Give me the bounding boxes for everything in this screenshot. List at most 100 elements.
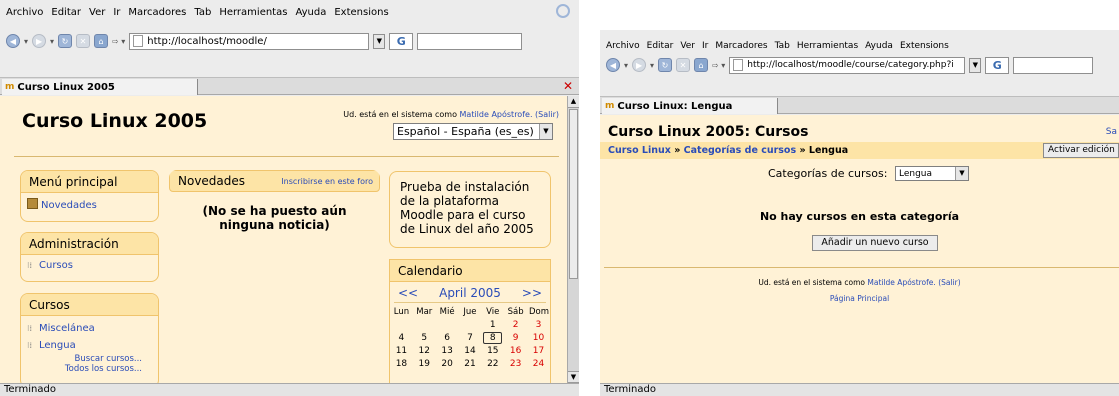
user-link[interactable]: Matilde Apóstrofe. [460,110,533,119]
menu-marcadores[interactable]: Marcadores [715,41,767,51]
back-icon[interactable]: ◀ [606,58,620,72]
novedades-link[interactable]: Novedades [41,200,97,211]
home-icon[interactable]: ⌂ [694,58,709,72]
search-engine-icon[interactable]: G [985,56,1010,74]
url-history-dropdown[interactable]: ▼ [969,57,982,73]
calendar-day[interactable]: 2 [506,320,525,330]
calendar-day[interactable]: 15 [483,346,502,356]
reload-icon[interactable]: ↻ [658,58,673,72]
scroll-thumb[interactable] [569,109,578,279]
breadcrumb-home-link[interactable]: Curso Linux [608,145,671,156]
logout-link[interactable]: (Salir) [535,110,559,119]
search-input[interactable] [1013,56,1094,74]
menu-ayuda[interactable]: Ayuda [865,41,893,51]
category-select[interactable]: Lengua ▼ [895,166,969,181]
menu-ver[interactable]: Ver [89,7,105,18]
user-link[interactable]: Matilde Apóstrofe. [867,278,935,287]
calendar-day[interactable]: 4 [392,333,411,343]
menu-bar: Archivo Editar Ver Ir Marcadores Tab Her… [600,36,1119,56]
cursos-admin-link[interactable]: Cursos [39,260,73,271]
forward-icon[interactable]: ▶ [32,34,47,48]
menu-ir[interactable]: Ir [702,41,708,51]
menu-tab[interactable]: Tab [194,7,211,18]
calendar-day[interactable]: 3 [529,320,548,330]
menu-ir[interactable]: Ir [113,7,120,18]
menu-ayuda[interactable]: Ayuda [295,7,326,18]
url-field[interactable]: http://localhost/moodle/ [129,32,370,50]
calendar-day[interactable]: 7 [460,333,479,343]
calendar-day[interactable]: 17 [529,346,548,356]
calendar-day[interactable]: 14 [460,346,479,356]
calendar-day[interactable]: 16 [506,346,525,356]
calendar-day[interactable]: 21 [460,359,479,369]
reload-icon[interactable]: ↻ [58,34,73,48]
login-info: Ud. está en el sistema como Matilde Após… [343,110,559,119]
menu-editar[interactable]: Editar [51,7,81,18]
search-input[interactable] [417,32,523,50]
forward-icon[interactable]: ▶ [632,58,647,72]
menu-archivo[interactable]: Archivo [6,7,43,18]
logout-link[interactable]: (Salir) [938,278,960,287]
vertical-scrollbar[interactable]: ▲ ▼ [567,96,579,383]
menu-ver[interactable]: Ver [680,41,695,51]
tab-curso-linux-lengua[interactable]: m Curso Linux: Lengua [602,98,778,114]
menu-tab[interactable]: Tab [775,41,790,51]
menu-marcadores[interactable]: Marcadores [128,7,186,18]
calendar-day[interactable]: 5 [415,333,434,343]
moodle-favicon-icon: m [5,82,15,92]
close-tab-icon[interactable]: ✕ [563,79,573,93]
calendar-day[interactable]: 10 [529,333,548,343]
search-engine-icon[interactable]: G [389,32,414,50]
subscribe-link[interactable]: Inscribirse en este foro [281,177,373,186]
calendar-day[interactable]: 11 [392,346,411,356]
home-icon[interactable]: ⌂ [94,34,109,48]
calendar-day[interactable]: 9 [506,333,525,343]
add-course-button[interactable]: Añadir un nuevo curso [812,235,938,251]
calendar-prev-link[interactable]: << [398,286,418,300]
calendar-day[interactable]: 19 [415,359,434,369]
stop-icon[interactable]: ✕ [76,34,91,48]
scroll-up-icon[interactable]: ▲ [568,96,579,108]
course-link-miscelanea[interactable]: Miscelánea [39,323,95,334]
stop-icon[interactable]: ✕ [676,58,691,72]
calendar-month-link[interactable]: April 2005 [439,286,501,300]
home-page-link[interactable]: Página Principal [600,294,1119,303]
calendar-day[interactable]: 20 [438,359,457,369]
menu-editar[interactable]: Editar [647,41,674,51]
calendar-day[interactable]: 13 [438,346,457,356]
go-icon[interactable]: ⇨ ▾ [712,61,725,70]
calendar-day[interactable]: 12 [415,346,434,356]
go-icon[interactable]: ⇨ ▾ [112,37,125,46]
calendar-week: 18 19 20 21 22 23 24 [390,357,550,370]
menu-herramientas[interactable]: Herramientas [797,41,858,51]
browser-window-right: Archivo Editar Ver Ir Marcadores Tab Her… [600,30,1119,396]
menu-extensions[interactable]: Extensions [900,41,949,51]
edit-mode-button[interactable]: Activar edición [1043,143,1119,158]
course-link-lengua[interactable]: Lengua [39,340,76,351]
menu-extensions[interactable]: Extensions [334,7,388,18]
menu-archivo[interactable]: Archivo [606,41,640,51]
block-title: Novedades [178,174,246,188]
calendar-day[interactable]: 18 [392,359,411,369]
url-history-dropdown[interactable]: ▼ [373,33,386,49]
url-field[interactable]: http://localhost/moodle/course/category.… [729,56,966,74]
menu-herramientas[interactable]: Herramientas [219,7,287,18]
calendar-day[interactable]: 24 [529,359,548,369]
language-select[interactable]: Español - España (es_es) ▼ [393,123,553,140]
calendar-day[interactable]: 23 [506,359,525,369]
calendar-next-link[interactable]: >> [522,286,542,300]
corner-link[interactable]: Sa [1106,127,1117,137]
calendar-day[interactable]: 1 [483,320,502,330]
calendar-day[interactable]: 22 [483,359,502,369]
calendar-week: 4 5 6 7 8 9 10 [390,331,550,344]
tab-curso-linux-2005[interactable]: m Curso Linux 2005 [2,79,198,95]
calendar-day[interactable]: 6 [438,333,457,343]
category-icon: ⁝⁞ [27,261,33,270]
search-courses-link[interactable]: Buscar cursos... [27,354,142,364]
all-courses-link[interactable]: Todos los cursos... [27,364,142,374]
block-title: Cursos [21,294,158,316]
back-icon[interactable]: ◀ [6,34,20,48]
scroll-down-icon[interactable]: ▼ [568,371,579,383]
calendar-day[interactable]: 8 [483,331,503,344]
breadcrumb-categories-link[interactable]: Categorías de cursos [684,145,796,156]
